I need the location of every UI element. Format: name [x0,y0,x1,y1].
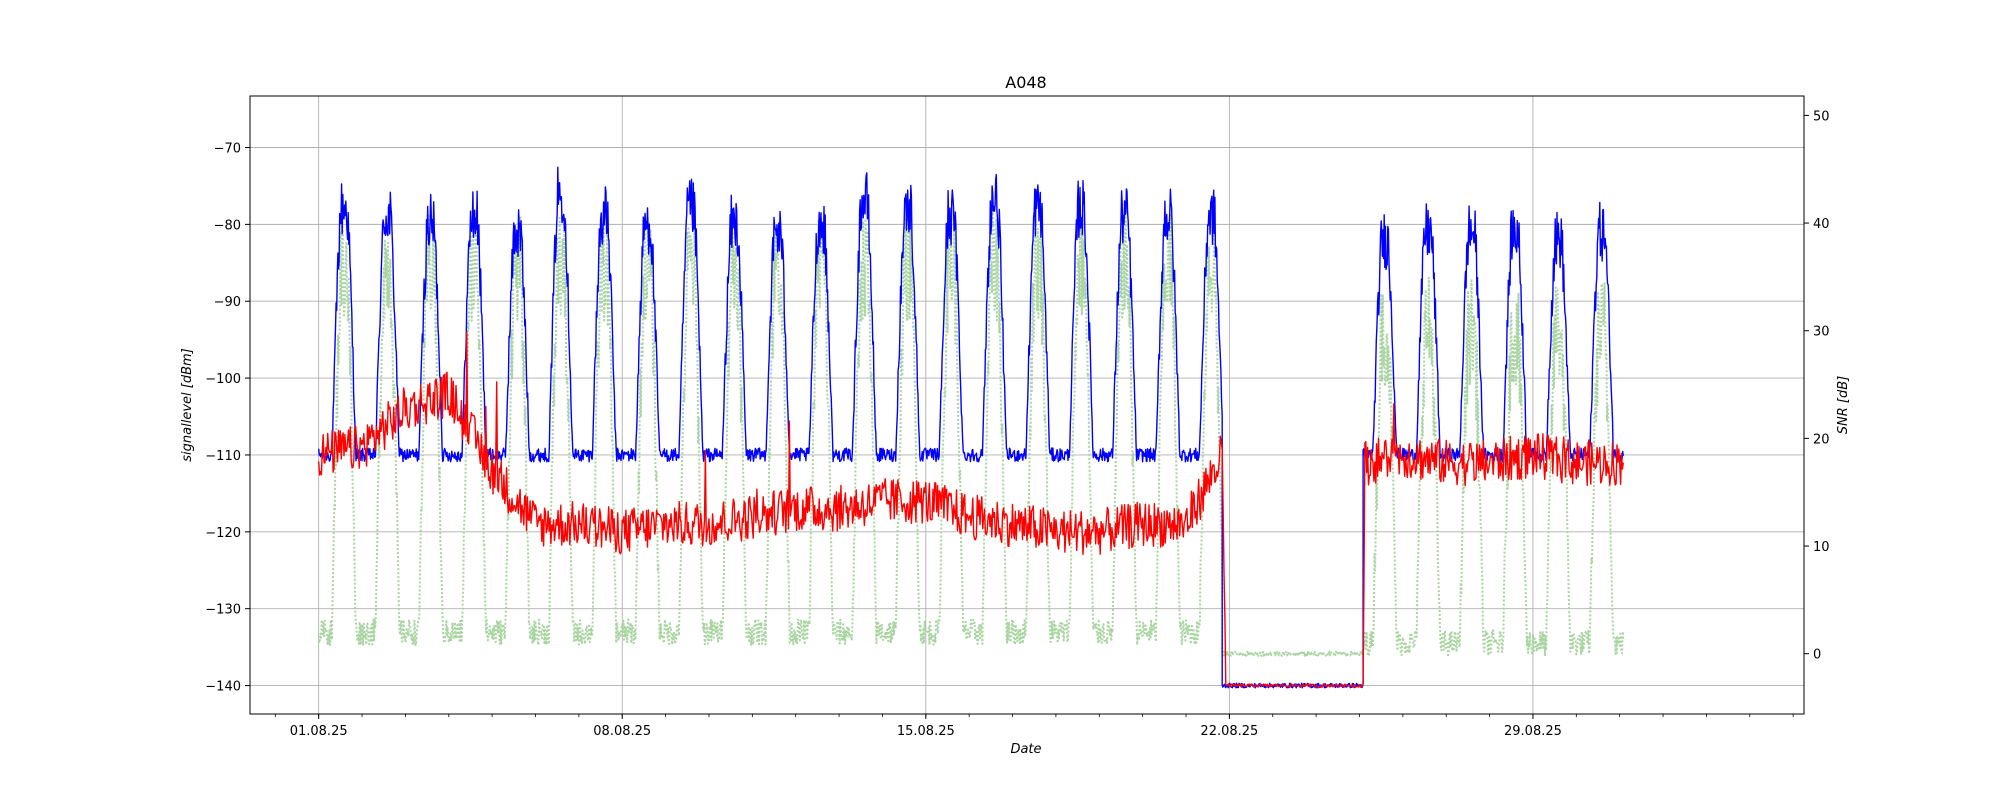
x-tick-label: 01.08.25 [290,724,348,739]
y-left-tick-label: −110 [205,449,241,464]
y-right-tick-label: 40 [1813,217,1830,232]
y-left-tick-label: −90 [214,295,241,310]
y-left-tick-label: −70 [214,142,241,157]
x-tick-label: 29.08.25 [1504,724,1562,739]
y-right-tick-label: 30 [1813,325,1830,340]
x-tick-label: 15.08.25 [897,724,955,739]
chart-title: A048 [1005,73,1046,92]
y-left-tick-label: −140 [205,680,241,695]
y-right-tick-label: 0 [1813,648,1821,663]
chart: A048 01.08.25 08.08.25 15.08.25 22.08.25 29.… [0,0,2000,800]
y-left-tick-label: −100 [205,372,241,387]
x-tick-label: 22.08.25 [1200,724,1258,739]
y-left-tick-label: −120 [205,526,241,541]
y-right-tick-label: 10 [1813,540,1830,555]
x-axis-title: Date [1010,742,1041,757]
y-right-tick-label: 50 [1813,109,1830,124]
x-tick-label: 08.08.25 [593,724,651,739]
y-right-tick-label: 20 [1813,432,1830,447]
y-left-tick-label: −80 [214,218,241,233]
y-axis-right-title: SNR [dB] [1836,376,1851,434]
y-axis-left-title: signallevel [dBm] [180,348,195,461]
y-left-tick-label: −130 [205,603,241,618]
